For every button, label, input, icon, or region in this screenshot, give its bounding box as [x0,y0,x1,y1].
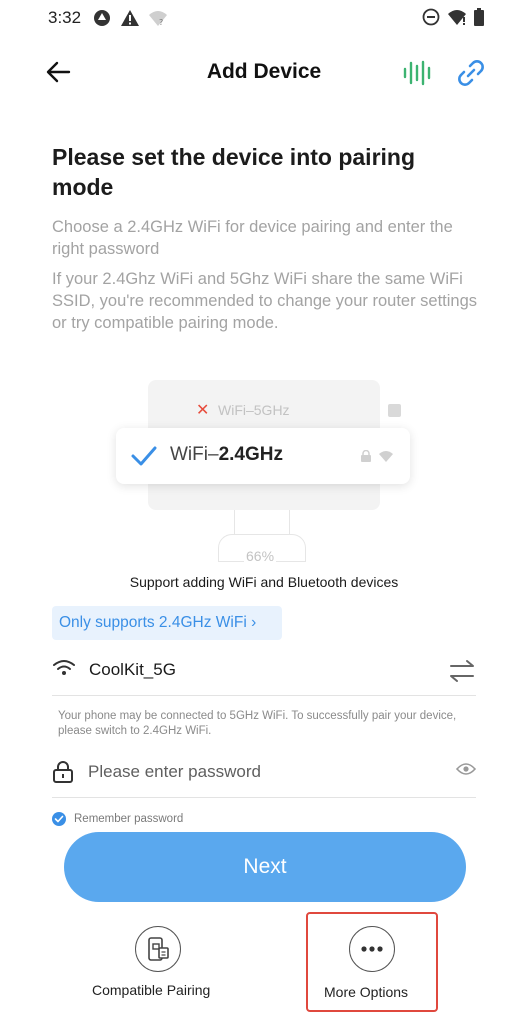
password-input[interactable] [88,756,428,788]
chevron-right-icon: › [251,614,257,631]
next-button[interactable]: Next [64,832,466,902]
link-icon [458,60,484,86]
sync-icon [92,8,112,33]
more-dots-icon [361,946,383,952]
status-time: 3:32 [48,8,82,27]
compatible-pairing-icon [148,937,169,961]
wifi-ssid: CoolKit_5G [89,660,176,679]
password-row [52,748,477,798]
wifi-hint: Your phone may be connected to 5GHz WiFi… [58,710,457,737]
voice-wave-icon [403,60,431,86]
wifi-full-icon [447,8,467,31]
wifi-question-icon: ? [148,9,168,32]
cross-icon: ✕ [196,402,210,419]
page-title: Add Device [206,60,322,83]
instruction-note: If your 2.4Ghz WiFi and 5Ghz WiFi share … [52,270,478,332]
more-options-label: More Options [324,984,409,1000]
wifi-icon [53,660,75,675]
eye-icon [455,763,477,775]
checkbox-icon [388,404,401,417]
only-24ghz-label: Only supports 2.4GHz WiFi [59,614,247,631]
compatible-pairing-label: Compatible Pairing [92,982,211,998]
warning-icon [120,9,140,32]
status-bar: 3:32 ? [0,0,528,34]
wifi-selector[interactable]: CoolKit_5G [52,648,476,696]
checkbox-checked-icon [52,812,66,826]
more-options-option[interactable]: More Options [306,912,438,1012]
only-24ghz-link[interactable]: Only supports 2.4GHz WiFi › [52,606,282,640]
instruction-text: Choose a 2.4GHz WiFi for device pairing … [52,218,453,258]
wifi-24-label: WiFi–2.4GHz [170,444,283,465]
support-text: Support adding WiFi and Bluetooth device… [129,574,399,590]
remember-password-checkbox[interactable]: Remember password [52,812,183,826]
instruction-heading: Please set the device into pairing mode [52,144,416,200]
svg-text:?: ? [159,18,163,27]
password-lock-icon [53,761,73,783]
battery-icon [474,8,484,31]
wifi-24-card: WiFi–2.4GHz [116,428,410,484]
pairing-illustration: ✕ WiFi–5GHz 66% WiFi–2.4GHz [116,376,416,572]
check-icon [131,446,157,466]
router-stand [234,510,290,536]
lock-icon [361,450,371,462]
link-button[interactable] [454,56,488,90]
swap-arrows-icon [450,660,474,682]
progress-percent: 66% [244,548,277,564]
do-not-disturb-icon [422,8,440,31]
wifi-signal-icon [379,451,393,462]
app-bar: Add Device [0,44,528,100]
switch-wifi-button[interactable] [448,658,476,684]
remember-password-label: Remember password [74,813,184,825]
wifi-5g-label: WiFi–5GHz [218,402,290,418]
voice-button[interactable] [400,58,434,88]
compatible-pairing-option[interactable]: Compatible Pairing [80,924,240,1004]
show-password-button[interactable] [455,762,477,781]
